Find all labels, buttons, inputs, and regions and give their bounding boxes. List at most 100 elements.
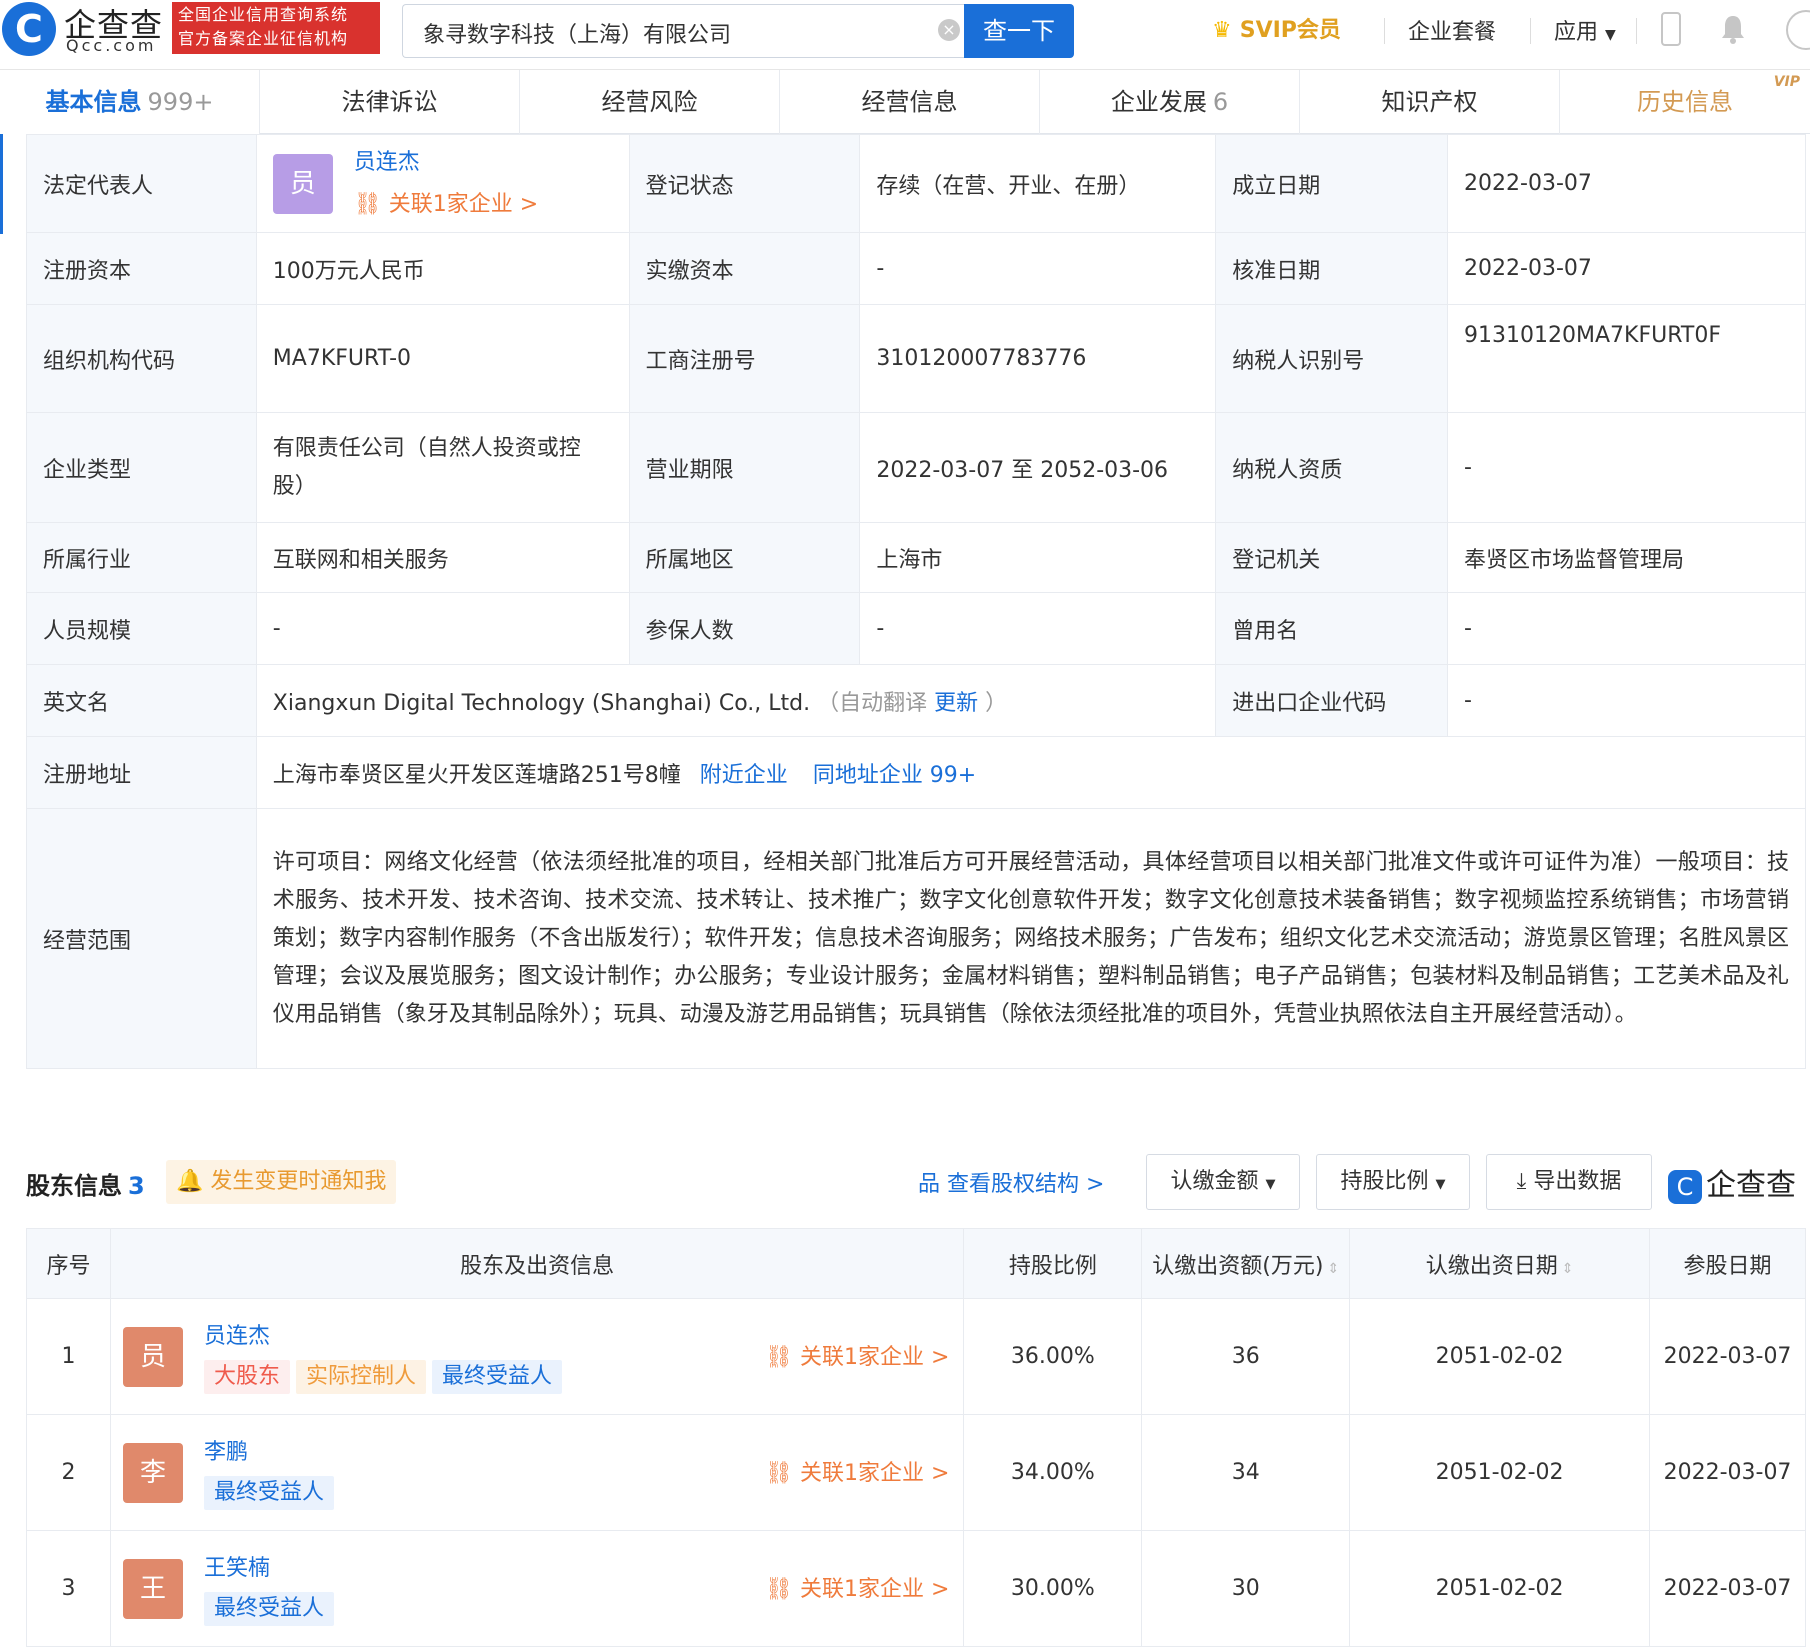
tab-legal[interactable]: 法律诉讼: [260, 70, 520, 134]
section-title: 股东信息: [26, 1172, 122, 1200]
tab-development[interactable]: 企业发展 6: [1040, 70, 1300, 134]
former-name-label: 曾用名: [1215, 592, 1449, 665]
caret-down-icon: ▼: [1265, 1177, 1276, 1192]
sort-icon[interactable]: ⇕: [1327, 1261, 1339, 1277]
address-value: 上海市奉贤区星火开发区莲塘路251号8幢: [272, 762, 681, 788]
import-export-label: 进出口企业代码: [1215, 664, 1449, 737]
amount-value: 34: [1141, 1414, 1351, 1531]
package-link[interactable]: 企业套餐: [1408, 14, 1496, 46]
relation-icon: ⛓: [765, 1345, 793, 1370]
related-companies-link[interactable]: ⛓ 关联1家企业 >: [765, 1571, 949, 1603]
holder-name-link[interactable]: 王笑楠: [204, 1549, 340, 1589]
related-companies-link[interactable]: ⛓ 关联1家企业 >: [765, 1455, 949, 1487]
legal-rep-cell: 员 员连杰 ⛓ 关联1家企业 >: [255, 134, 630, 233]
user-avatar-icon[interactable]: [1786, 10, 1810, 50]
qcc-watermark-logo: C 企查查: [1668, 1160, 1796, 1204]
tab-ip[interactable]: 知识产权: [1300, 70, 1560, 134]
address-cell: 上海市奉贤区星火开发区莲塘路251号8幢 附近企业 同地址企业 99+: [255, 736, 1807, 809]
tab-history[interactable]: 历史信息 VIP: [1560, 70, 1810, 134]
official-badge: 全国企业信用查询系统 官方备案企业征信机构: [172, 2, 380, 54]
related-companies-link[interactable]: ⛓ 关联1家企业 >: [354, 184, 538, 226]
staff-size-value: -: [255, 592, 630, 665]
qcc-logo-icon[interactable]: C: [2, 2, 56, 56]
shareholders-title: 股东信息 3: [26, 1166, 145, 1201]
tab-label: 企业发展: [1110, 88, 1207, 116]
search-button[interactable]: 查一下: [964, 4, 1074, 58]
insured-value: -: [859, 592, 1217, 665]
vip-badge: VIP: [1773, 74, 1800, 90]
tab-operation[interactable]: 经营信息: [780, 70, 1040, 134]
est-date-label: 成立日期: [1215, 134, 1449, 233]
company-type-label: 企业类型: [26, 412, 257, 523]
ratio-dropdown[interactable]: 持股比例 ▼: [1316, 1154, 1470, 1210]
relation-icon: ⛓: [765, 1461, 793, 1486]
scope-label: 经营范围: [26, 808, 257, 1069]
tab-label: 法律诉讼: [341, 88, 438, 116]
badge-line1: 全国企业信用查询系统: [178, 5, 349, 24]
row-no: 1: [26, 1298, 111, 1415]
col-amount[interactable]: 认缴出资额(万元) ⇕: [1141, 1228, 1351, 1299]
bell-icon[interactable]: [1720, 14, 1746, 44]
industry-label: 所属行业: [26, 522, 257, 593]
biz-term-label: 营业期限: [628, 412, 861, 523]
reg-status-label: 登记状态: [628, 134, 861, 233]
legal-rep-name-link[interactable]: 员连杰: [354, 142, 538, 184]
col-sub-date[interactable]: 认缴出资日期 ⇕: [1349, 1228, 1651, 1299]
tab-count: 999+: [147, 88, 214, 116]
holder-cell: 员 员连杰 大股东 实际控制人 最终受益人 ⛓ 关联1家企业 >: [109, 1298, 965, 1415]
company-type-value: 有限责任公司（自然人投资或控股）: [255, 412, 630, 523]
org-code-value: MA7KFURT-0: [255, 304, 630, 413]
mobile-icon[interactable]: [1661, 12, 1681, 46]
nearby-companies-link[interactable]: 附近企业: [700, 763, 788, 788]
org-code-label: 组织机构代码: [26, 304, 257, 413]
biz-reg-no-value: 310120007783776: [859, 304, 1217, 413]
related-link-text: 关联1家企业 >: [799, 1577, 950, 1602]
tab-risk[interactable]: 经营风险: [520, 70, 780, 134]
sub-date-value: 2051-02-02: [1349, 1414, 1651, 1531]
notify-change-button[interactable]: 🔔 发生变更时通知我: [166, 1160, 397, 1204]
related-link-text: 关联1家企业 >: [388, 191, 539, 217]
sub-date-value: 2051-02-02: [1349, 1298, 1651, 1415]
apps-menu[interactable]: 应用 ▼: [1554, 14, 1616, 46]
tag-major-shareholder: 大股东: [203, 1359, 290, 1394]
english-name-value: Xiangxun Digital Technology (Shanghai) C…: [272, 690, 811, 716]
related-companies-link[interactable]: ⛓ 关联1家企业 >: [765, 1339, 949, 1371]
active-indicator: [0, 134, 3, 234]
update-link[interactable]: 更新: [934, 691, 978, 716]
tab-label: 经营信息: [861, 88, 958, 116]
col-ratio: 持股比例: [963, 1228, 1143, 1299]
view-structure-link[interactable]: 品 查看股权结构 >: [918, 1166, 1104, 1198]
same-address-link[interactable]: 同地址企业 99+: [813, 763, 976, 788]
export-button[interactable]: ⤓ 导出数据: [1486, 1154, 1652, 1210]
holder-name-link[interactable]: 员连杰: [204, 1317, 568, 1357]
staff-size-label: 人员规模: [26, 592, 257, 665]
tab-label: 知识产权: [1381, 88, 1478, 116]
svip-link[interactable]: ♛ SVIP会员: [1212, 12, 1341, 44]
ratio-value: 30.00%: [963, 1530, 1143, 1647]
notify-label: 发生变更时通知我: [210, 1169, 387, 1194]
apps-label: 应用: [1554, 20, 1599, 45]
taxpayer-id-label: 纳税人识别号: [1215, 304, 1449, 413]
join-date-value: 2022-03-07: [1649, 1530, 1806, 1647]
export-label: 导出数据: [1533, 1169, 1622, 1194]
clear-icon[interactable]: ×: [938, 19, 960, 41]
tab-label: 经营风险: [601, 88, 698, 116]
region-label: 所属地区: [628, 522, 861, 593]
english-name-cell: Xiangxun Digital Technology (Shanghai) C…: [255, 664, 1217, 737]
col-holder: 股东及出资信息: [109, 1228, 965, 1299]
avatar: 员: [272, 153, 333, 214]
paid-capital-value: -: [859, 232, 1217, 305]
ratio-value: 36.00%: [963, 1298, 1143, 1415]
amount-dropdown[interactable]: 认缴金额 ▼: [1146, 1154, 1300, 1210]
related-link-text: 关联1家企业 >: [799, 1461, 950, 1486]
sort-icon[interactable]: ⇕: [1562, 1261, 1574, 1277]
col-join-date: 参股日期: [1649, 1228, 1806, 1299]
taxpayer-qual-label: 纳税人资质: [1215, 412, 1449, 523]
former-name-value: -: [1447, 592, 1806, 665]
holder-name-link[interactable]: 李鹏: [204, 1433, 340, 1473]
crown-icon: ♛: [1212, 18, 1232, 43]
table-row: 2 李 李鹏 最终受益人 ⛓ 关联1家企业 > 34.00% 34 2051-0…: [26, 1414, 1806, 1531]
tab-basic-info[interactable]: 基本信息 999+: [0, 70, 260, 134]
divider: [1530, 18, 1531, 44]
search-input[interactable]: 象寻数字科技（上海）有限公司: [402, 4, 964, 58]
